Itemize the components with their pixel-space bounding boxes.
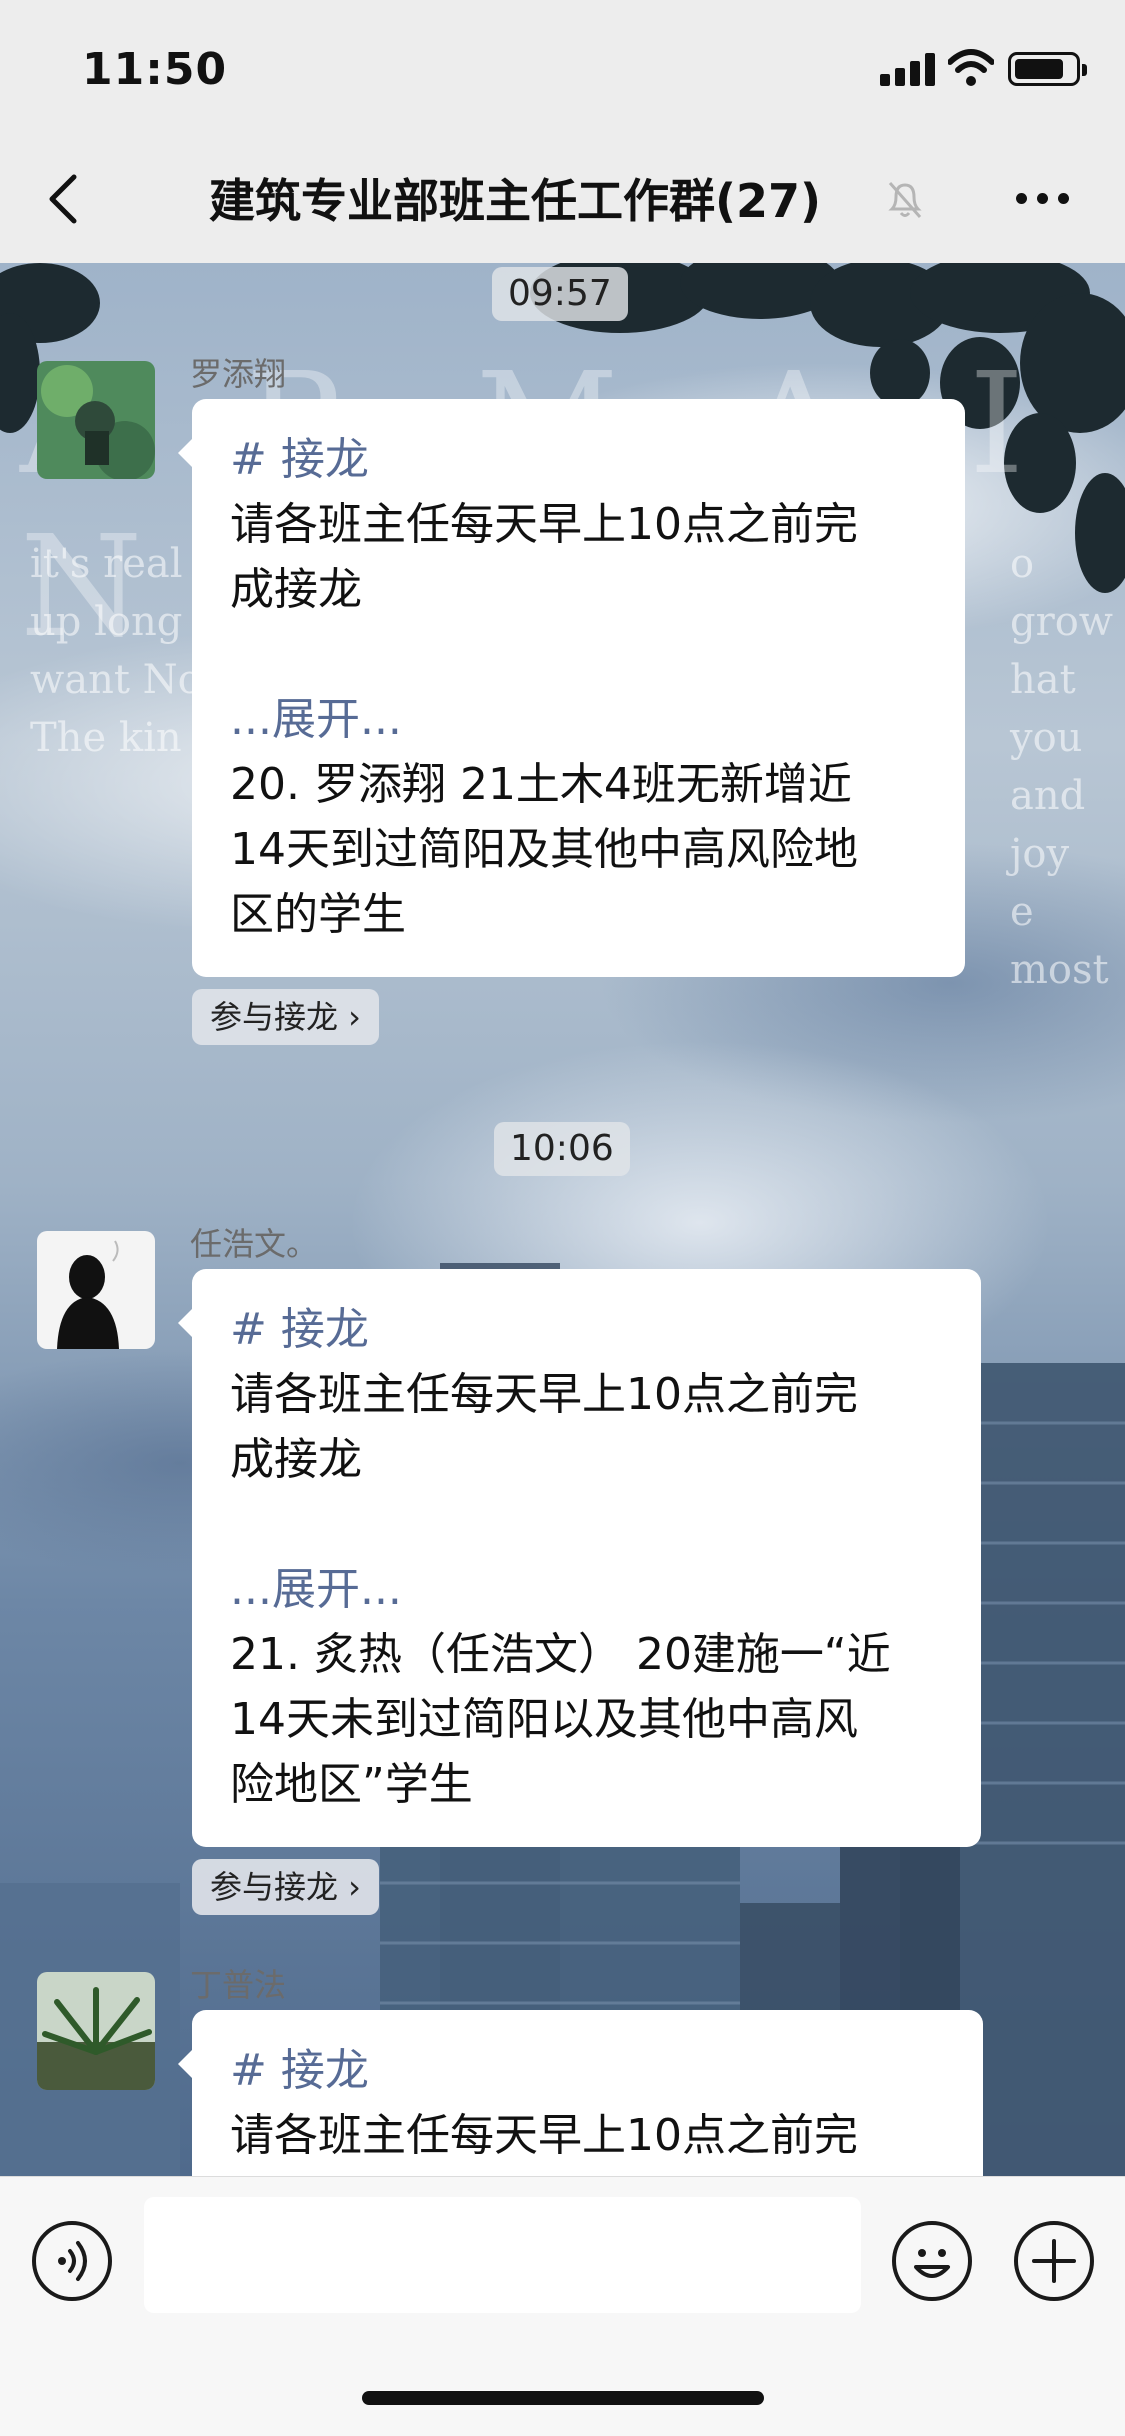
mute-bell-icon (888, 182, 922, 218)
more-icon[interactable] (1016, 193, 1070, 207)
avatar[interactable] (37, 1972, 155, 2090)
sender-name: 任浩文。 (190, 1225, 319, 1263)
wifi-icon (948, 49, 994, 86)
message-text: 区的学生 (230, 889, 406, 940)
timestamp: 09:57 (492, 267, 628, 321)
input-bar (0, 2176, 1125, 2436)
home-indicator[interactable] (362, 2391, 764, 2405)
chat-bubble[interactable]: # 接龙 请各班主任每天早上10点之前完 成接龙 ...展开... 20. 罗添… (178, 399, 965, 977)
message-text: 请各班主任每天早上10点之前完 (230, 2110, 858, 2161)
message-text: 14天到过简阳及其他中高风险地 (230, 824, 858, 875)
top-bar: 11:50 建筑专业部班主任工作群(27) (0, 0, 1125, 263)
solitaire-tag[interactable]: # 接龙 (230, 2038, 947, 2103)
message-text: 成接龙 (230, 564, 362, 615)
chat-area[interactable]: A R M A I N it's real up long want No Th… (0, 263, 1125, 2176)
back-icon[interactable] (42, 171, 92, 227)
signal-icon (880, 52, 936, 86)
emoji-icon[interactable] (892, 2221, 972, 2301)
expand-link[interactable]: ...展开... (230, 687, 929, 752)
sender-name: 丁普法 (190, 1966, 287, 2004)
solitaire-tag[interactable]: # 接龙 (230, 427, 929, 492)
message-text: 14天未到过简阳以及其他中高风 (230, 1694, 858, 1745)
message-input[interactable] (144, 2197, 861, 2313)
message-text: 请各班主任每天早上10点之前完 (230, 1369, 858, 1420)
background-text: o grow hat you and joy e most (1010, 541, 1114, 993)
timestamp: 10:06 (494, 1122, 630, 1176)
status-time: 11:50 (82, 44, 228, 95)
plus-icon[interactable] (1014, 2221, 1094, 2301)
nav-bar: 建筑专业部班主任工作群(27) (0, 135, 1125, 263)
message-text: 请各班主任每天早上10点之前完 (230, 499, 858, 550)
join-solitaire-button[interactable]: 参与接龙 › (192, 1859, 379, 1915)
chat-bubble[interactable]: # 接龙 请各班主任每天早上10点之前完 (178, 2010, 983, 2176)
message-text: 20. 罗添翔 21土木4班无新增近 (230, 759, 852, 810)
battery-icon (1008, 52, 1087, 86)
avatar[interactable] (37, 1231, 155, 1349)
expand-link[interactable]: ...展开... (230, 1557, 945, 1622)
avatar[interactable] (37, 361, 155, 479)
solitaire-tag[interactable]: # 接龙 (230, 1297, 945, 1362)
background-text: it's real up long want No The kin (30, 541, 202, 761)
message-text: 21. 炙热（任浩文） 20建施一“近 (230, 1629, 891, 1680)
status-bar: 11:50 (0, 0, 1125, 135)
join-solitaire-button[interactable]: 参与接龙 › (192, 989, 379, 1045)
message-text: 成接龙 (230, 1434, 362, 1485)
voice-icon[interactable] (32, 2221, 112, 2301)
sender-name: 罗添翔 (190, 355, 287, 393)
chat-bubble[interactable]: # 接龙 请各班主任每天早上10点之前完 成接龙 ...展开... 21. 炙热… (178, 1269, 981, 1847)
message-text: 险地区”学生 (230, 1759, 473, 1810)
chat-title: 建筑专业部班主任工作群(27) (208, 174, 822, 228)
